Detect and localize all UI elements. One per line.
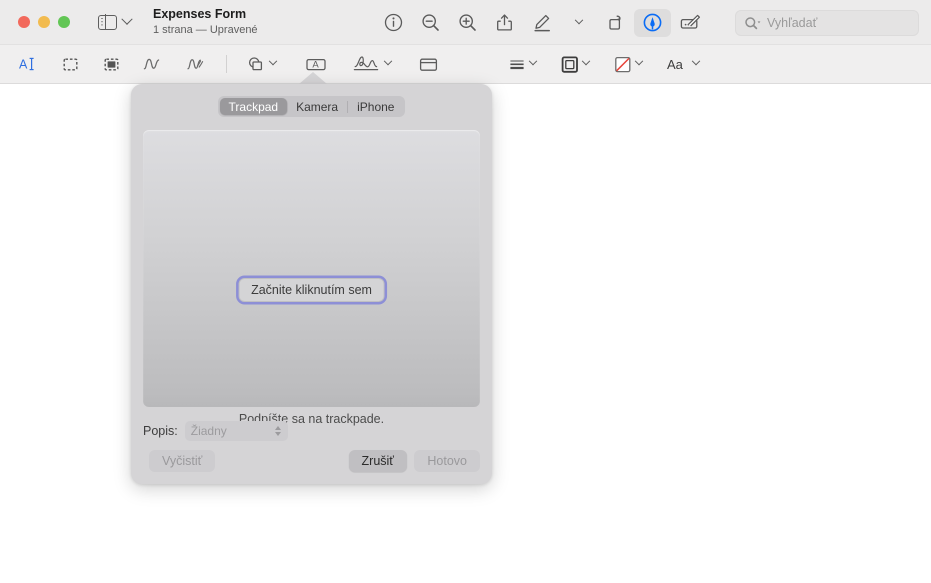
- info-button[interactable]: [375, 9, 412, 37]
- description-select[interactable]: Žiadny: [185, 421, 288, 441]
- font-icon: Aa: [666, 55, 690, 74]
- highlight-button[interactable]: [523, 9, 560, 37]
- signature-source-tabs: Trackpad Kamera iPhone: [218, 96, 406, 117]
- clear-button[interactable]: Vyčistiť: [149, 450, 215, 472]
- sketch-icon: [141, 54, 163, 74]
- border-color-icon: [560, 55, 580, 74]
- chevron-down-icon: [574, 15, 582, 23]
- font-tool[interactable]: Aa: [663, 51, 702, 77]
- search-icon: [744, 16, 763, 31]
- zoom-button[interactable]: [58, 16, 70, 28]
- line-style-tool[interactable]: [504, 51, 539, 77]
- tab-iphone[interactable]: iPhone: [348, 98, 403, 115]
- rect-selection-icon: [61, 55, 80, 74]
- done-button[interactable]: Hotovo: [414, 450, 480, 472]
- instant-alpha-tool[interactable]: [97, 51, 125, 77]
- sketch-tool[interactable]: [138, 51, 166, 77]
- description-value: Žiadny: [191, 424, 227, 438]
- tab-kamera[interactable]: Kamera: [287, 98, 347, 115]
- note-icon: [418, 55, 439, 74]
- popover-button-row: Vyčistiť Zrušiť Hotovo: [143, 450, 480, 472]
- markup-button[interactable]: [634, 9, 671, 37]
- signature-icon: [352, 53, 382, 75]
- signature-popover: Trackpad Kamera iPhone Začnite kliknutím…: [131, 84, 492, 484]
- svg-text:A: A: [19, 58, 28, 72]
- window-titlebar: Expenses Form 1 strana — Upravené: [0, 0, 931, 45]
- shapes-icon: [246, 55, 267, 74]
- toolbar-divider: [226, 55, 227, 73]
- close-button[interactable]: [18, 16, 30, 28]
- document-title-block: Expenses Form 1 strana — Upravené: [153, 7, 258, 36]
- minimize-button[interactable]: [38, 16, 50, 28]
- shapes-tool[interactable]: [243, 51, 279, 77]
- info-icon: [384, 13, 403, 32]
- search-placeholder: Vyhľadať: [767, 16, 817, 30]
- chevron-down-icon: [529, 57, 537, 65]
- chevron-updown-icon: [275, 426, 281, 436]
- chevron-down-icon: [121, 14, 132, 25]
- zoom-out-icon: [421, 13, 440, 32]
- markup-toolbar: A: [0, 45, 931, 84]
- text-selection-tool[interactable]: A: [14, 51, 42, 77]
- instant-alpha-icon: [102, 55, 121, 74]
- fill-color-tool[interactable]: [610, 51, 645, 77]
- annotate-button[interactable]: [671, 9, 708, 37]
- zoom-in-icon: [458, 13, 477, 32]
- zoom-in-button[interactable]: [449, 9, 486, 37]
- line-style-icon: [507, 55, 527, 74]
- note-tool[interactable]: [414, 51, 442, 77]
- page-title: Expenses Form: [153, 7, 258, 21]
- share-button[interactable]: [486, 9, 523, 37]
- sidebar-toggle-button[interactable]: [98, 15, 131, 30]
- rotate-icon: [606, 13, 626, 33]
- chevron-down-icon: [269, 57, 277, 65]
- rect-selection-tool[interactable]: [56, 51, 84, 77]
- border-color-tool[interactable]: [557, 51, 592, 77]
- cancel-button[interactable]: Zrušiť: [349, 450, 407, 472]
- text-box-icon: A: [304, 55, 328, 74]
- signature-tool[interactable]: [349, 51, 394, 77]
- markup-icon: [642, 12, 663, 33]
- svg-text:A: A: [312, 59, 319, 70]
- chevron-down-icon: [692, 57, 700, 65]
- text-selection-icon: A: [17, 54, 39, 74]
- search-field[interactable]: Vyhľadať: [735, 10, 919, 36]
- traffic-light-group: [18, 16, 70, 28]
- description-label: Popis:: [143, 424, 178, 438]
- sidebar-icon: [98, 15, 117, 30]
- chevron-down-icon: [635, 57, 643, 65]
- draw-icon: [185, 54, 207, 74]
- preview-window: Expenses Form 1 strana — Upravené: [0, 0, 931, 583]
- zoom-out-button[interactable]: [412, 9, 449, 37]
- popover-arrow: [299, 72, 327, 84]
- svg-text:Aa: Aa: [667, 57, 684, 72]
- rotate-button[interactable]: [597, 9, 634, 37]
- draw-tool[interactable]: [182, 51, 210, 77]
- tab-trackpad[interactable]: Trackpad: [220, 98, 288, 115]
- share-icon: [495, 13, 514, 32]
- chevron-down-icon: [384, 57, 392, 65]
- description-row: Popis: Žiadny: [143, 421, 288, 441]
- chevron-down-icon: [582, 57, 590, 65]
- fill-color-icon: [613, 55, 633, 74]
- highlight-icon: [532, 13, 552, 33]
- signature-canvas[interactable]: Začnite kliknutím sem: [143, 130, 480, 407]
- highlight-options-button[interactable]: [560, 9, 597, 37]
- start-signing-button[interactable]: Začnite kliknutím sem: [238, 278, 385, 302]
- document-subtitle: 1 strana — Upravené: [153, 24, 258, 37]
- toolbar-actions: [375, 0, 708, 45]
- annotate-icon: [679, 13, 701, 33]
